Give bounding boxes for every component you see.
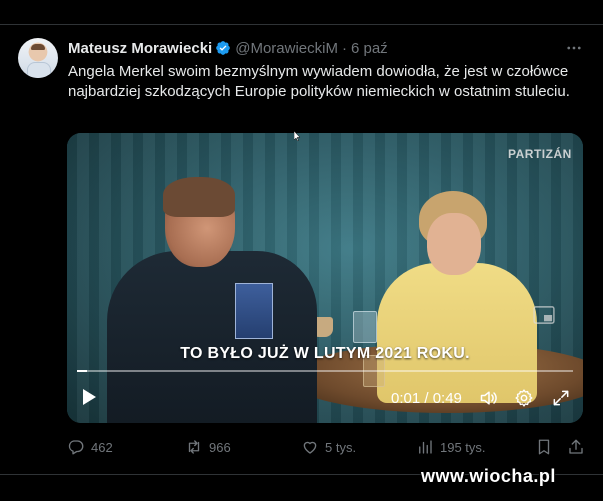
fullscreen-icon[interactable] xyxy=(551,388,571,408)
progress-bar[interactable] xyxy=(77,370,573,372)
share-icon xyxy=(569,439,583,454)
bookmark-icon xyxy=(538,439,550,455)
channel-watermark: PARTIZÁN xyxy=(508,147,572,161)
repost-button[interactable]: 966 xyxy=(185,438,231,456)
water-glass xyxy=(353,311,377,343)
tweet-text: Angela Merkel swoim bezmyślnym wywiadem … xyxy=(68,63,570,100)
tweet-header: Mateusz Morawiecki @MorawieckiM · 6 paź xyxy=(68,38,388,58)
settings-gear-icon[interactable] xyxy=(514,388,534,408)
reply-count: 462 xyxy=(91,439,113,455)
play-icon[interactable] xyxy=(79,387,99,407)
repost-count: 966 xyxy=(209,439,231,455)
timecode: 0:01 / 0:49 xyxy=(391,390,462,407)
reply-button[interactable]: 462 xyxy=(67,438,113,456)
timestamp[interactable]: 6 paź xyxy=(351,40,388,57)
tweet-actions: 462 966 5 tys. 195 tys. xyxy=(67,438,583,458)
video-controls: 0:01 / 0:49 xyxy=(67,375,583,423)
author-handle[interactable]: @MorawieckiM xyxy=(235,40,338,57)
share-button[interactable] xyxy=(567,438,585,456)
author-name[interactable]: Mateusz Morawiecki xyxy=(68,40,212,57)
views-button[interactable]: 195 tys. xyxy=(416,438,486,456)
verified-badge-icon xyxy=(215,40,231,56)
like-count: 5 tys. xyxy=(325,439,357,455)
top-divider xyxy=(0,24,603,25)
view-count: 195 tys. xyxy=(440,439,486,455)
video-player[interactable]: PARTIZÁN TO BYŁO JUŻ W LUTYM 2021 ROKU. … xyxy=(67,133,583,423)
picture-in-picture-icon[interactable] xyxy=(533,306,555,324)
heart-icon xyxy=(303,441,317,454)
views-chart-icon xyxy=(419,440,432,454)
progress-fill xyxy=(77,370,87,372)
repost-icon xyxy=(188,440,200,454)
video-subtitle: TO BYŁO JUŻ W LUTYM 2021 ROKU. xyxy=(180,345,470,362)
site-watermark: www.wiocha.pl xyxy=(421,466,556,486)
separator-dot: · xyxy=(341,39,347,57)
like-button[interactable]: 5 tys. xyxy=(301,438,356,456)
reply-icon xyxy=(68,440,84,455)
bookmark-button[interactable] xyxy=(535,438,553,456)
book-cover xyxy=(235,283,273,339)
more-options-icon[interactable] xyxy=(565,40,583,56)
volume-icon[interactable] xyxy=(479,388,499,408)
mouse-cursor-icon xyxy=(294,131,300,141)
avatar[interactable] xyxy=(18,38,58,78)
